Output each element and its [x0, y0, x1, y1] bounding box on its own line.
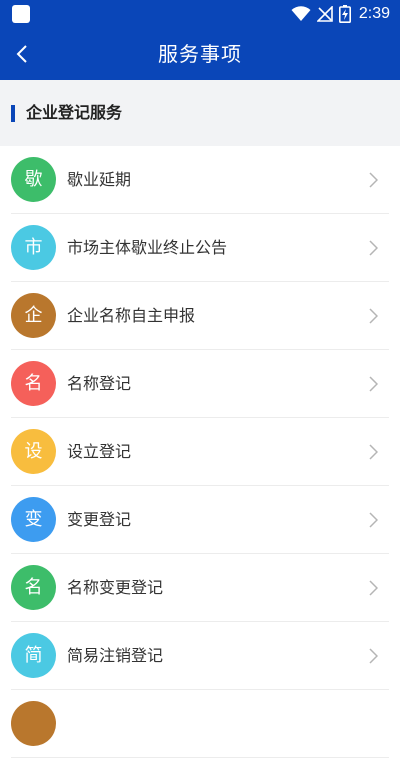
list-item[interactable]: 简 简易注销登记: [0, 622, 400, 690]
chevron-right-icon: [369, 512, 378, 528]
item-badge: 企: [11, 293, 56, 338]
list-item[interactable]: 变 变更登记: [0, 486, 400, 554]
app-icon: [12, 5, 30, 23]
item-label: 企业名称自主申报: [67, 306, 196, 325]
item-label: 设立登记: [67, 442, 132, 461]
list-item[interactable]: 企 企业名称自主申报: [0, 282, 400, 350]
chevron-right-icon: [369, 172, 378, 188]
wifi-icon: [291, 6, 311, 21]
item-badge: 变: [11, 497, 56, 542]
item-badge: 名: [11, 565, 56, 610]
item-badge: 名: [11, 361, 56, 406]
item-badge: 简: [11, 633, 56, 678]
status-icons: 2:39: [291, 4, 390, 24]
chevron-right-icon: [369, 648, 378, 664]
list-item[interactable]: 设 设立登记: [0, 418, 400, 486]
item-label: 歇业延期: [67, 170, 132, 189]
list-item[interactable]: 歇 歇业延期: [0, 146, 400, 214]
back-button[interactable]: [0, 28, 44, 80]
nav-bar: 服务事项: [0, 28, 400, 80]
chevron-right-icon: [369, 240, 378, 256]
item-badge: 歇: [11, 157, 56, 202]
item-badge: 市: [11, 225, 56, 270]
list-item[interactable]: 名 名称变更登记: [0, 554, 400, 622]
chevron-left-icon: [16, 45, 27, 63]
no-signal-icon: [316, 6, 333, 22]
list-item[interactable]: 市 市场主体歇业终止公告: [0, 214, 400, 282]
section-header: 企业登记服务: [0, 80, 400, 146]
item-badge: [11, 701, 56, 746]
item-label: 名称登记: [67, 374, 132, 393]
list-item[interactable]: [0, 690, 400, 758]
battery-charging-icon: [338, 5, 351, 23]
chevron-right-icon: [369, 580, 378, 596]
list-item[interactable]: 名 名称登记: [0, 350, 400, 418]
item-label: 名称变更登记: [67, 578, 164, 597]
page-title: 服务事项: [158, 42, 242, 66]
item-label: 变更登记: [67, 510, 132, 529]
service-list: 歇 歇业延期 市 市场主体歇业终止公告 企 企业名称自主申报 名 名称登记 设 …: [0, 146, 400, 758]
section-title: 企业登记服务: [26, 103, 123, 122]
item-label: 市场主体歇业终止公告: [67, 238, 228, 257]
chevron-right-icon: [369, 308, 378, 324]
chevron-right-icon: [369, 444, 378, 460]
section-accent-bar: [11, 105, 15, 122]
status-bar: 2:39: [0, 0, 400, 28]
status-time: 2:39: [358, 5, 390, 22]
chevron-right-icon: [369, 376, 378, 392]
item-badge: 设: [11, 429, 56, 474]
item-label: 简易注销登记: [67, 646, 164, 665]
